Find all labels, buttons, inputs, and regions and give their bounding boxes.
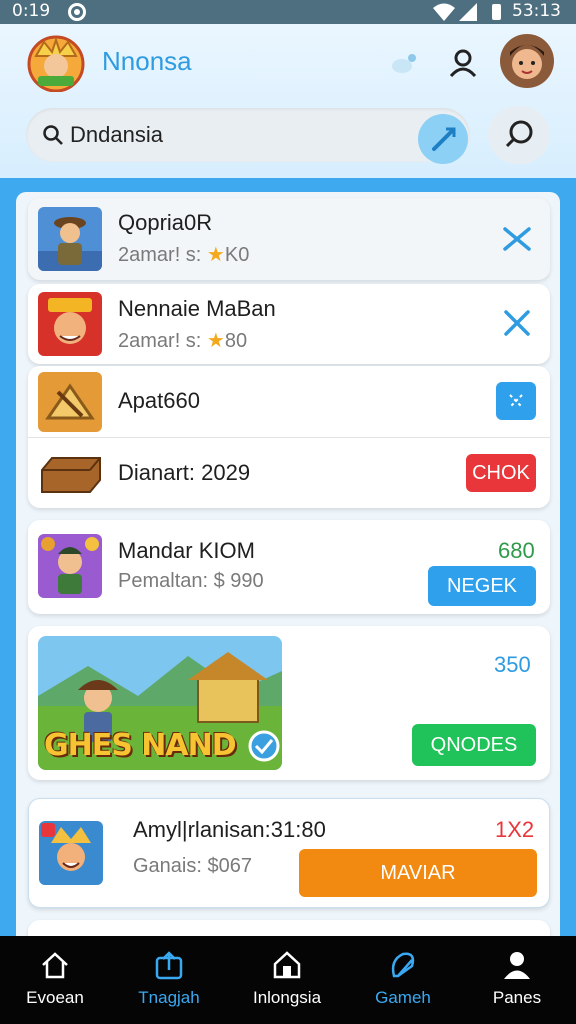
nav-item-upload[interactable]: Tnagjah (114, 936, 224, 1024)
expand-icon (509, 394, 523, 408)
banner-title: GHES NAND (44, 728, 237, 763)
star-icon: ★ (206, 330, 225, 352)
nav-label: Inlongsia (252, 988, 322, 1007)
item-subtitle: Ganais: $067 (133, 855, 252, 877)
game-banner: GHES NAND (38, 636, 282, 770)
nav-item-house[interactable]: Inlongsia (232, 936, 342, 1024)
search-icon (505, 120, 533, 148)
profile-icon[interactable] (448, 48, 478, 78)
nav-label: Evoean (26, 988, 84, 1007)
house-icon (273, 951, 301, 979)
nav-label: Gameh (375, 988, 431, 1007)
shuffle-icon[interactable] (502, 224, 532, 254)
item-title: Amyl|rlanisan:31:80 (133, 817, 326, 842)
item-subtitle-value: 80 (224, 330, 248, 352)
item-thumbnail (38, 534, 102, 598)
wifi-icon (433, 3, 455, 21)
pin-icon (432, 127, 456, 151)
item-thumbnail (38, 292, 102, 356)
search-bar (26, 108, 470, 162)
signal-icon (459, 3, 477, 21)
avatar[interactable] (500, 34, 554, 88)
item-price: 350 (494, 652, 531, 677)
nav-item-profile[interactable]: Panes (462, 936, 572, 1024)
item-subtitle-value: K0 (224, 244, 250, 266)
item-subtitle: 2amar! s: ★80 (118, 328, 247, 353)
search-button[interactable] (488, 106, 550, 164)
item-subtitle-label: 2amar! s: (118, 244, 202, 266)
home-icon (42, 952, 68, 979)
item-title: Qopria0R (118, 210, 213, 235)
item-thumbnail (38, 372, 102, 432)
pin-button[interactable] (418, 114, 468, 164)
app-header: Nnonsa (0, 24, 576, 178)
chok-button-label: CHOK (472, 462, 530, 484)
app-title: Nnonsa (102, 46, 192, 76)
search-input[interactable] (70, 120, 430, 150)
nav-label: Panes (492, 988, 542, 1007)
list-item[interactable]: Mandar KIOM Pemaltan: $ 990 680 NEGEK (28, 520, 550, 614)
maviar-button-label: MAVIAR (380, 862, 456, 884)
item-subtitle: 2amar! s: ★K0 (118, 242, 249, 267)
list-group: Apat660 Dianart: 2029 CHOK (28, 366, 550, 508)
qnodes-button[interactable]: QNODES (412, 724, 536, 766)
item-subtitle: Pemaltan: $ 990 (118, 570, 264, 592)
list-item[interactable]: GHES NAND 350 QNODES (28, 626, 550, 780)
item-thumbnail (38, 444, 102, 500)
list-item[interactable]: Amyl|rlanisan:31:80 Ganais: $067 1X2 MAV… (28, 798, 550, 908)
negek-button-label: NEGEK (446, 575, 518, 597)
status-time: 0:19 (12, 1, 51, 21)
nav-item-home[interactable]: Evoean (0, 936, 110, 1024)
item-title: Mandar KIOM (118, 538, 255, 563)
item-thumbnail (38, 207, 102, 271)
cloud-icon[interactable] (390, 52, 418, 74)
item-title: Dianart: 2029 (118, 460, 251, 485)
item-title: Nennaie MaBan (118, 296, 276, 321)
maviar-button[interactable]: MAVIAR (299, 849, 537, 897)
item-subtitle-label: 2amar! s: (118, 330, 202, 352)
status-clock: 53:13 (512, 1, 561, 21)
battery-icon (492, 4, 501, 20)
list-item[interactable]: Apat660 (28, 366, 550, 438)
pen-icon (391, 952, 415, 978)
bottom-nav: Evoean Tnagjah Inlongsia Gameh Panes (0, 936, 576, 1024)
nav-label: Tnagjah (138, 988, 200, 1007)
upload-icon (155, 951, 183, 980)
negek-button[interactable]: NEGEK (428, 566, 536, 606)
nav-item-game[interactable]: Gameh (348, 936, 458, 1024)
item-price: 1X2 (495, 817, 535, 842)
item-thumbnail (39, 821, 103, 885)
qnodes-button-label: QNODES (430, 734, 518, 756)
sync-icon (68, 3, 86, 21)
item-price: 680 (498, 538, 535, 563)
search-icon (43, 125, 63, 145)
app-logo[interactable] (26, 34, 86, 92)
status-bar: 0:19 53:13 (0, 0, 576, 24)
list-item[interactable]: Qopria0R 2amar! s: ★K0 (28, 198, 550, 280)
item-title: Apat660 (118, 388, 200, 413)
expand-button[interactable] (496, 382, 536, 420)
chok-button[interactable]: CHOK (466, 454, 536, 492)
star-icon: ★ (206, 244, 225, 266)
list-item[interactable]: Nennaie MaBan 2amar! s: ★80 (28, 284, 550, 364)
list-item[interactable]: Dianart: 2029 CHOK (28, 438, 550, 508)
link-icon[interactable] (502, 308, 532, 338)
person-icon (504, 952, 530, 979)
